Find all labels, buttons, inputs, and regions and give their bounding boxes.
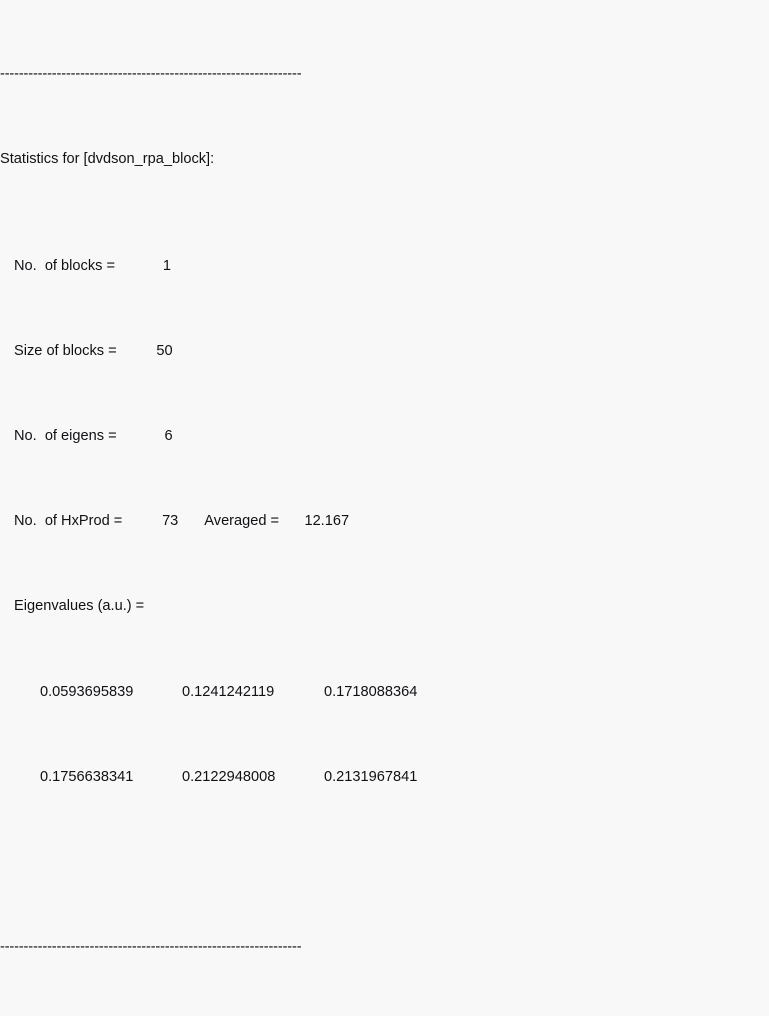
statistics-heading: Statistics for [dvdson_rpa_block]: xyxy=(0,151,215,168)
stat-value-blocks: 1 xyxy=(162,257,171,274)
stat-value-averaged: 12.167 xyxy=(304,513,350,530)
stat-value-hxprod: 73 xyxy=(162,513,179,530)
stat-label-eigens: No. of eigens = xyxy=(14,427,117,444)
eigenvalue-cell: 0.1718088364 xyxy=(324,683,418,700)
stat-label-blocks: No. of blocks = xyxy=(14,257,115,274)
stat-row-hxprod: No. of HxProd = 73 Averaged = 12.167 xyxy=(0,511,769,532)
stat-value-size: 50 xyxy=(156,342,173,359)
eigenvalues-row: 0.1756638341 0.2122948008 0.2131967841 xyxy=(0,767,769,788)
eigenvalues-row: 0.0593695839 0.1241242119 0.1718088364 xyxy=(0,682,769,703)
separator-rule-top: ----------------------------------------… xyxy=(0,65,302,82)
eigenvalue-cell: 0.1241242119 xyxy=(182,683,275,700)
eigenvalue-cell: 0.2131967841 xyxy=(324,768,418,785)
separator-rule-bottom: ----------------------------------------… xyxy=(0,939,302,956)
stat-value-eigens: 6 xyxy=(164,427,173,444)
eigenvalues-label: Eigenvalues (a.u.) = xyxy=(14,598,145,615)
stat-label-size: Size of blocks = xyxy=(14,342,117,359)
stat-label-averaged: Averaged = xyxy=(204,513,280,530)
eigenvalue-cell: 0.1756638341 xyxy=(40,768,134,785)
stat-row-eigens: No. of eigens = 6 xyxy=(0,426,769,447)
stat-row-blocks: No. of blocks = 1 xyxy=(0,256,769,277)
console-output-pane[interactable]: ----------------------------------------… xyxy=(0,0,769,955)
stat-label-hxprod: No. of HxProd = xyxy=(14,513,123,530)
stat-row-size: Size of blocks = 50 xyxy=(0,341,769,362)
eigenvalue-cell: 0.2122948008 xyxy=(182,768,276,785)
eigenvalue-cell: 0.0593695839 xyxy=(40,683,134,700)
